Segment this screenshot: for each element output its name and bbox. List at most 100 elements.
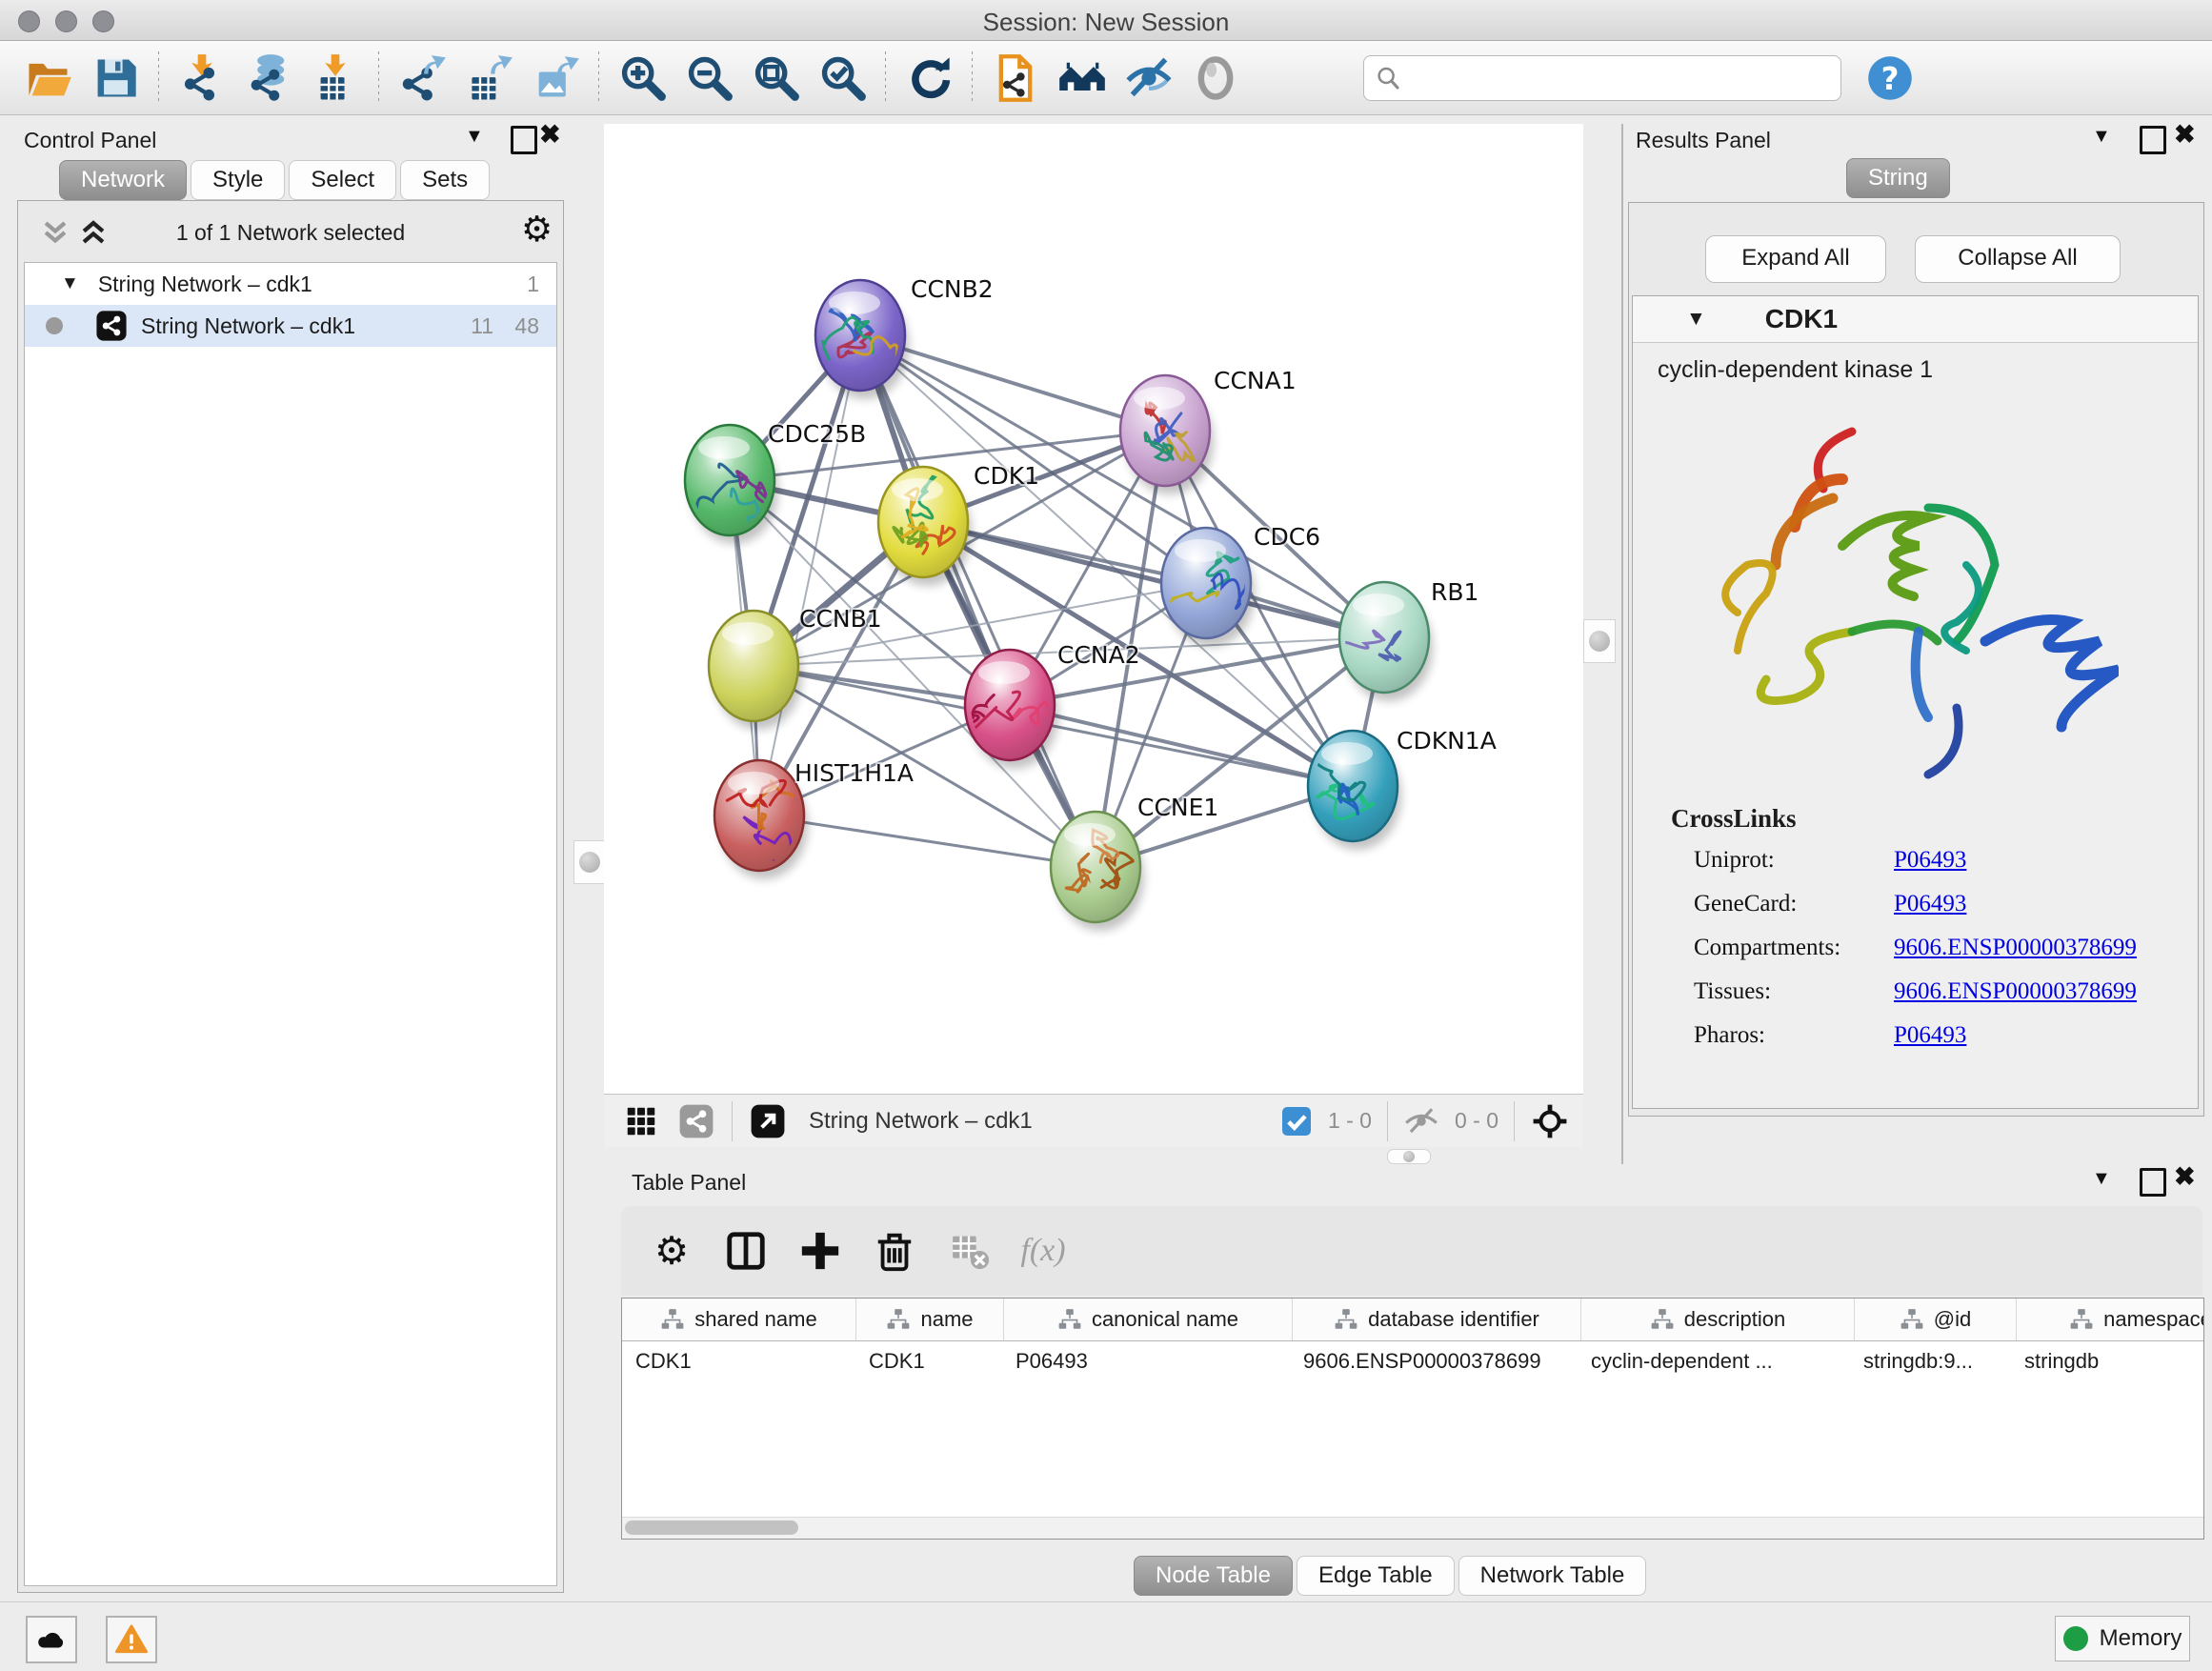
network-row[interactable]: String Network – cdk1 11 48 <box>25 305 556 347</box>
tab-sets[interactable]: Sets <box>400 160 490 200</box>
network-node-CCNE1[interactable]: CCNE1 <box>1051 794 1218 931</box>
plus-icon-icon[interactable] <box>794 1224 847 1278</box>
network-node-CCNA1[interactable]: CCNA1 <box>1120 367 1297 494</box>
table-row[interactable]: CDK1CDK1P064939606.ENSP00000378699cyclin… <box>622 1341 2203 1381</box>
tab-string[interactable]: String <box>1846 158 1950 198</box>
column-header-name[interactable]: name <box>856 1299 1004 1340</box>
scrollbar-thumb[interactable] <box>625 1520 798 1535</box>
network-node-CCNA2[interactable]: CCNA2 <box>946 641 1139 769</box>
selected-checkbox-icon[interactable] <box>1279 1100 1314 1142</box>
crosslink-link[interactable]: 9606.ENSP00000378699 <box>1894 935 2137 961</box>
tab-edge-table[interactable]: Edge Table <box>1297 1556 1455 1596</box>
zoom-selected-icon[interactable] <box>814 50 870 106</box>
table-horizontal-scrollbar[interactable] <box>622 1517 2203 1539</box>
export-network-icon[interactable] <box>394 50 450 106</box>
table-panel-close-icon[interactable]: ✖ <box>2174 1162 2196 1192</box>
results-panel-menu-icon[interactable]: ▼ <box>2092 126 2111 148</box>
control-panel-close-icon[interactable]: ✖ <box>539 120 561 150</box>
save-session-icon[interactable] <box>88 50 143 106</box>
table-panel-menu-icon[interactable]: ▼ <box>2092 1168 2111 1190</box>
crosslink-link[interactable]: P06493 <box>1894 891 1966 917</box>
selected-counts: 1 - 0 <box>1328 1108 1372 1134</box>
import-table-file-icon[interactable] <box>308 50 363 106</box>
left-splitter-handle[interactable] <box>573 840 606 884</box>
column-header-@id[interactable]: @id <box>1855 1299 2017 1340</box>
control-panel-menu-icon[interactable]: ▼ <box>465 126 484 148</box>
network-node-CCNB1[interactable]: CCNB1 <box>709 605 882 730</box>
tree-caret-icon[interactable]: ▼ <box>61 273 79 294</box>
birds-eye-toggle-icon[interactable] <box>1529 1100 1571 1142</box>
table-cell[interactable]: stringdb:9... <box>1850 1349 2011 1374</box>
results-panel-float-icon[interactable] <box>2140 126 2166 154</box>
crosslink-link[interactable]: P06493 <box>1894 847 1966 874</box>
network-edge-CCNB2-CCNE1[interactable] <box>860 335 1096 867</box>
results-panel-close-icon[interactable]: ✖ <box>2174 120 2196 150</box>
column-header-database-identifier[interactable]: database identifier <box>1293 1299 1581 1340</box>
tab-style[interactable]: Style <box>191 160 285 200</box>
crosslink-label: GeneCard: <box>1694 891 1894 917</box>
import-network-file-icon[interactable] <box>174 50 230 106</box>
column-header-description[interactable]: description <box>1581 1299 1855 1340</box>
collapse-all-button[interactable]: Collapse All <box>1915 235 2121 283</box>
table-cell[interactable]: CDK1 <box>622 1349 855 1374</box>
column-header-namespace[interactable]: namespace <box>2017 1299 2204 1340</box>
warning-icon[interactable] <box>106 1616 157 1663</box>
control-panel: 1 of 1 Network selected ⚙ ▼ String Netwo… <box>17 200 564 1593</box>
crosslink-link[interactable]: P06493 <box>1894 1022 1966 1049</box>
grid-view-icon[interactable] <box>620 1100 662 1142</box>
fx-icon[interactable]: f(x) <box>1016 1224 1070 1278</box>
zoom-in-icon[interactable] <box>614 50 670 106</box>
memory-button[interactable]: Memory <box>2055 1616 2190 1661</box>
table-cell[interactable]: stringdb <box>2011 1349 2204 1374</box>
refresh-view-icon[interactable] <box>901 50 956 106</box>
search-input[interactable] <box>1402 58 1840 98</box>
tab-node-table[interactable]: Node Table <box>1134 1556 1293 1596</box>
table-gear-icon[interactable]: ⚙ <box>645 1224 698 1278</box>
right-splitter-handle[interactable] <box>1583 619 1616 663</box>
table-panel-float-icon[interactable] <box>2140 1168 2166 1197</box>
export-table-icon[interactable] <box>461 50 516 106</box>
result-caret-icon[interactable]: ▼ <box>1686 308 1706 331</box>
network-node-HIST1H1A[interactable]: HIST1H1A <box>714 759 914 879</box>
tab-select[interactable]: Select <box>289 160 396 200</box>
crosslink-link[interactable]: 9606.ENSP00000378699 <box>1894 978 2137 1005</box>
birds-eye-view-icon[interactable] <box>1188 50 1243 106</box>
network-edge-CCNB2-HIST1H1A[interactable] <box>759 335 860 815</box>
network-node-CCNB2[interactable]: CCNB2 <box>815 275 994 399</box>
network-node-CDC25B[interactable]: CDC25B <box>669 420 866 559</box>
share-view-icon[interactable] <box>675 1100 717 1142</box>
zoom-out-icon[interactable] <box>681 50 736 106</box>
network-edge-HIST1H1A-CCNE1[interactable] <box>759 815 1096 867</box>
open-session-icon[interactable] <box>21 50 76 106</box>
network-canvas[interactable]: CCNB2CCNA1CDC25BCDK1CDC6RB1CCNB1CCNA2CDK… <box>604 124 1583 1094</box>
tab-network-table[interactable]: Network Table <box>1458 1556 1647 1596</box>
columns-icon-icon[interactable] <box>719 1224 773 1278</box>
network-collection-row[interactable]: ▼ String Network – cdk1 1 <box>25 263 556 305</box>
help-button[interactable]: ? <box>1862 50 1918 106</box>
import-network-database-icon[interactable] <box>241 50 296 106</box>
expand-all-button[interactable]: Expand All <box>1705 235 1886 283</box>
bottom-splitter-handle[interactable] <box>1387 1149 1431 1164</box>
control-panel-float-icon[interactable] <box>511 126 537 154</box>
cloud-icon[interactable] <box>26 1616 77 1663</box>
network-node-RB1[interactable]: RB1 <box>1334 578 1478 701</box>
table-delete-icon[interactable] <box>942 1224 995 1278</box>
open-in-new-icon[interactable] <box>747 1100 789 1142</box>
table-cell[interactable]: CDK1 <box>855 1349 1002 1374</box>
tab-network[interactable]: Network <box>59 160 187 200</box>
graphics-details-icon[interactable] <box>1121 50 1176 106</box>
hidden-eye-slash-icon[interactable] <box>1402 1100 1440 1142</box>
string-home-icon[interactable] <box>1055 50 1110 106</box>
column-header-shared-name[interactable]: shared name <box>622 1299 856 1340</box>
network-node-CDKN1A[interactable]: CDKN1A <box>1305 727 1497 850</box>
trash-icon-icon[interactable] <box>868 1224 921 1278</box>
zoom-fit-icon[interactable] <box>748 50 803 106</box>
table-cell[interactable]: 9606.ENSP00000378699 <box>1290 1349 1578 1374</box>
network-from-clipboard-icon[interactable] <box>988 50 1043 106</box>
network-options-gear-icon[interactable]: ⚙ <box>521 209 553 250</box>
network-node-CDK1[interactable]: CDK1 <box>878 462 1039 586</box>
table-cell[interactable]: P06493 <box>1002 1349 1290 1374</box>
table-cell[interactable]: cyclin-dependent ... <box>1578 1349 1850 1374</box>
column-header-canonical-name[interactable]: canonical name <box>1004 1299 1293 1340</box>
export-image-icon[interactable] <box>528 50 583 106</box>
